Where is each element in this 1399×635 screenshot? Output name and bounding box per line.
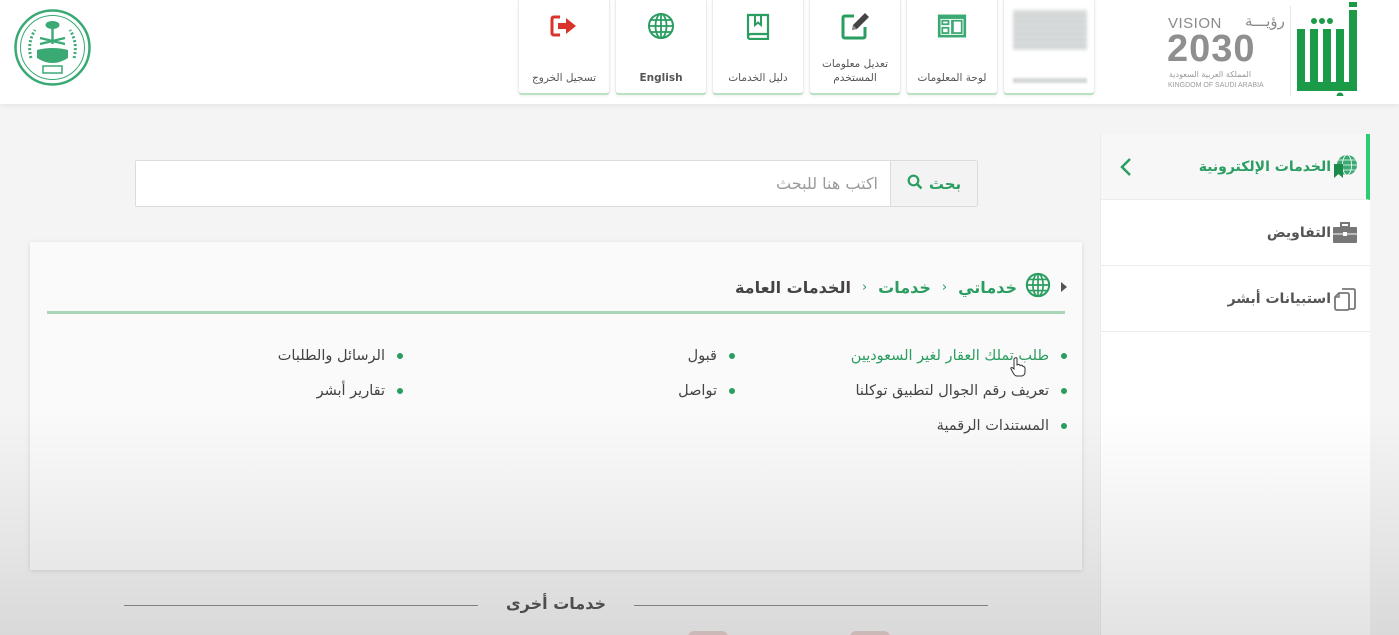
other-services-section: خدمات أخرى bbox=[124, 590, 988, 620]
service-label: الرسائل والطلبات bbox=[277, 347, 385, 364]
service-link-messages-requests[interactable]: الرسائل والطلبات bbox=[278, 338, 403, 373]
globe-icon bbox=[1025, 272, 1051, 302]
services-column-3: الرسائل والطلبات تقارير أبشر bbox=[278, 338, 403, 408]
services-guide-tile[interactable]: دليل الخدمات bbox=[712, 0, 804, 95]
service-card-peek bbox=[850, 631, 890, 635]
service-link-tawakkalna-mobile[interactable]: تعريف رقم الجوال لتطبيق توكلنا bbox=[851, 373, 1067, 408]
ministry-emblem-logo[interactable] bbox=[13, 8, 92, 87]
absher-logo-icon bbox=[1297, 2, 1357, 100]
top-header: تسجيل الخروج English دليل الخدمات تعديل … bbox=[0, 0, 1399, 104]
documents-icon bbox=[1332, 286, 1358, 312]
sidebar-item-delegations[interactable]: التفاويض bbox=[1101, 200, 1370, 266]
search-icon bbox=[907, 174, 923, 193]
edit-user-info-label: تعديل معلومات المستخدم bbox=[821, 58, 888, 84]
vision-year: 2030 bbox=[1167, 28, 1256, 70]
service-link-absher-reports[interactable]: تقارير أبشر bbox=[278, 373, 403, 408]
kingdom-name-en: KINGDOM OF SAUDI ARABIA bbox=[1168, 82, 1264, 89]
bullet-icon bbox=[397, 387, 403, 394]
panel-divider bbox=[47, 311, 1065, 314]
absher-logo[interactable] bbox=[1294, 2, 1362, 100]
breadcrumb-separator-icon: ‹ bbox=[941, 279, 948, 295]
sidebar-item-label: الخدمات الإلكترونية bbox=[1198, 158, 1331, 175]
service-label: تواصل bbox=[678, 382, 717, 399]
sign-out-icon bbox=[549, 11, 579, 41]
services-column-2: قبول تواصل bbox=[678, 338, 735, 408]
caret-right-icon[interactable] bbox=[1061, 282, 1067, 292]
services-column-1: طلب تملك العقار لغير السعوديين تعريف رقم… bbox=[851, 338, 1067, 443]
bullet-icon bbox=[729, 352, 735, 359]
chevron-left-icon[interactable] bbox=[1119, 157, 1133, 177]
sidebar-item-eservices[interactable]: الخدمات الإلكترونية bbox=[1101, 134, 1370, 200]
service-label: تعريف رقم الجوال لتطبيق توكلنا bbox=[855, 382, 1049, 399]
bullet-icon bbox=[1061, 387, 1067, 394]
search-input[interactable] bbox=[136, 161, 890, 206]
blurred-profile-name bbox=[1013, 78, 1087, 83]
service-link-digital-documents[interactable]: المستندات الرقمية bbox=[851, 408, 1067, 443]
header-nav-tiles: تسجيل الخروج English دليل الخدمات تعديل … bbox=[518, 0, 1095, 96]
logout-tile[interactable]: تسجيل الخروج bbox=[518, 0, 610, 95]
emblem-icon bbox=[14, 9, 91, 86]
sidebar-item-label: استبيانات أبشر bbox=[1227, 290, 1331, 307]
search-button-label: بحث bbox=[928, 174, 962, 193]
eservices-globe-icon bbox=[1332, 154, 1358, 180]
service-label: قبول bbox=[687, 347, 717, 364]
service-link-property-ownership[interactable]: طلب تملك العقار لغير السعوديين bbox=[851, 338, 1067, 373]
english-label: English bbox=[639, 72, 683, 84]
sidebar-item-absher-surveys[interactable]: استبيانات أبشر bbox=[1101, 266, 1370, 332]
breadcrumb-services[interactable]: خدمات bbox=[878, 278, 931, 297]
blurred-profile-image bbox=[1013, 10, 1087, 50]
bullet-icon bbox=[729, 387, 735, 394]
dashboard-label: لوحة المعلومات bbox=[917, 72, 987, 84]
service-link-qabool[interactable]: قبول bbox=[678, 338, 735, 373]
other-services-title: خدمات أخرى bbox=[506, 594, 606, 613]
english-language-tile[interactable]: English bbox=[615, 0, 707, 95]
service-card-peek bbox=[688, 631, 728, 635]
breadcrumb-my-services[interactable]: خدماتي bbox=[958, 278, 1017, 297]
breadcrumb: خدماتي ‹ خدمات ‹ الخدمات العامة bbox=[735, 272, 1067, 302]
user-profile-tile[interactable] bbox=[1003, 0, 1095, 95]
bullet-icon bbox=[1061, 422, 1067, 429]
dashboard-tile[interactable]: لوحة المعلومات bbox=[906, 0, 998, 95]
bullet-icon bbox=[397, 352, 403, 359]
service-label: تقارير أبشر bbox=[316, 382, 385, 399]
sidebar-item-label: التفاويض bbox=[1266, 224, 1331, 241]
logout-label: تسجيل الخروج bbox=[531, 72, 597, 84]
service-link-tawasul[interactable]: تواصل bbox=[678, 373, 735, 408]
vision-2030-logo: VISION رؤيـــة 2030 المملكة العربية السع… bbox=[1165, 12, 1285, 94]
edit-user-info-tile[interactable]: تعديل معلومات المستخدم bbox=[809, 0, 901, 95]
header-divider bbox=[1290, 6, 1291, 96]
services-guide-label: دليل الخدمات bbox=[728, 72, 788, 84]
service-label: المستندات الرقمية bbox=[936, 417, 1049, 434]
hand-cursor-icon bbox=[1010, 357, 1026, 381]
edit-icon bbox=[840, 11, 870, 41]
briefcase-icon bbox=[1332, 220, 1358, 246]
bullet-icon bbox=[1061, 352, 1067, 359]
services-panel: خدماتي ‹ خدمات ‹ الخدمات العامة طلب تملك… bbox=[30, 242, 1082, 570]
breadcrumb-current: الخدمات العامة bbox=[734, 277, 851, 297]
search-button[interactable]: بحث bbox=[890, 161, 977, 206]
dashboard-icon bbox=[937, 11, 967, 41]
sidebar: الخدمات الإلكترونية التفاويض استبيانات أ… bbox=[1100, 134, 1370, 635]
book-icon bbox=[743, 11, 773, 41]
search-bar: بحث bbox=[135, 160, 978, 207]
globe-icon bbox=[646, 11, 676, 41]
breadcrumb-separator-icon: ‹ bbox=[861, 279, 868, 295]
kingdom-name-ar: المملكة العربية السعودية bbox=[1169, 70, 1252, 79]
